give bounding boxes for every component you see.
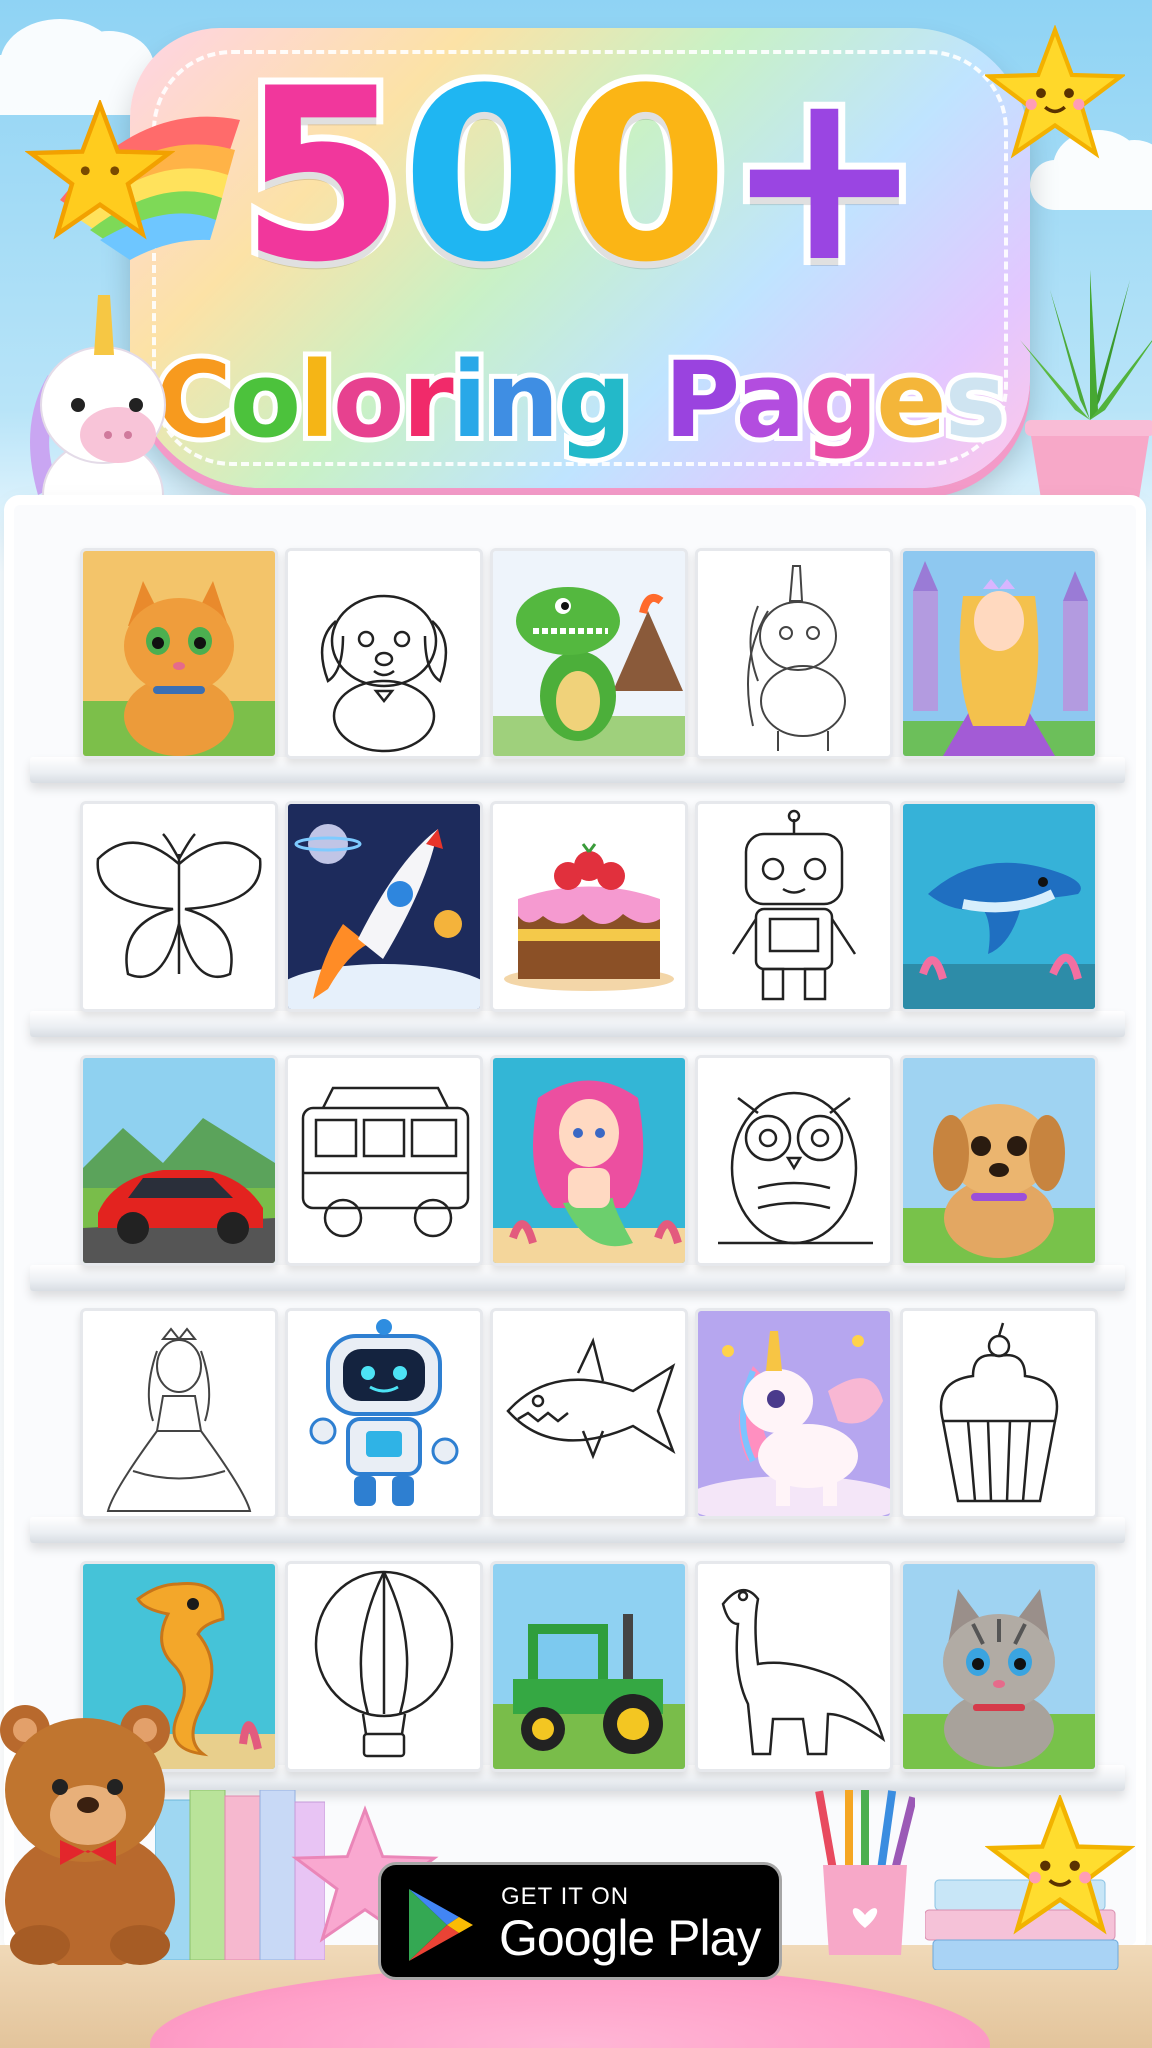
owl-outline-thumbnail bbox=[698, 1058, 890, 1263]
kitten-colored-thumbnail bbox=[903, 1564, 1095, 1769]
coloring-page-card-princess-colored[interactable] bbox=[900, 548, 1098, 759]
unicorn-outline-thumbnail bbox=[698, 551, 890, 756]
tractor-colored-thumbnail bbox=[493, 1564, 685, 1769]
pencil-cup-icon bbox=[815, 1790, 915, 1955]
princess-colored-thumbnail bbox=[903, 551, 1095, 756]
coloring-page-card-car-colored[interactable] bbox=[80, 1055, 278, 1266]
play-button-big-label: Google Play bbox=[499, 1910, 761, 1966]
coloring-page-card-dinosaur-outline[interactable] bbox=[695, 1561, 893, 1772]
dinosaur-outline-thumbnail bbox=[698, 1564, 890, 1769]
cake-colored-thumbnail bbox=[493, 804, 685, 1009]
cupcake-outline-thumbnail bbox=[903, 1311, 1095, 1516]
coloring-page-card-robot-colored[interactable] bbox=[285, 1308, 483, 1519]
title-subtitle-letter: g bbox=[799, 339, 884, 461]
app-promo-page: 500+ Coloring Pages GET IT ON Google Pla… bbox=[0, 0, 1152, 2048]
coloring-page-card-owl-outline[interactable] bbox=[695, 1055, 893, 1266]
title-subtitle-letter: o bbox=[328, 339, 410, 461]
coloring-page-card-dolphin-colored[interactable] bbox=[900, 801, 1098, 1012]
shelf-board bbox=[30, 1517, 1125, 1543]
title-number-letter: + bbox=[718, 38, 931, 315]
coloring-page-card-cupcake-outline[interactable] bbox=[900, 1308, 1098, 1519]
title-number: 500+ bbox=[130, 38, 1030, 315]
title-subtitle-letter: n bbox=[480, 339, 564, 461]
plant-icon bbox=[1020, 270, 1152, 505]
puppy-outline-thumbnail bbox=[288, 551, 480, 756]
dog-colored-thumbnail bbox=[903, 1058, 1095, 1263]
title-subtitle-letter: a bbox=[730, 339, 810, 461]
coloring-page-card-dinosaur-colored[interactable] bbox=[490, 548, 688, 759]
coloring-page-card-cat-colored[interactable] bbox=[80, 548, 278, 759]
princess-outline-thumbnail bbox=[83, 1311, 275, 1516]
title-number-letter: 0 bbox=[556, 38, 736, 315]
car-colored-thumbnail bbox=[83, 1058, 275, 1263]
title-subtitle-letter: s bbox=[940, 339, 1012, 461]
bus-outline-thumbnail bbox=[288, 1058, 480, 1263]
title-subtitle-letter: g bbox=[552, 339, 637, 461]
title-subtitle-letter: l bbox=[294, 339, 340, 461]
coloring-page-card-kitten-colored[interactable] bbox=[900, 1561, 1098, 1772]
dinosaur-colored-thumbnail bbox=[493, 551, 685, 756]
google-play-button[interactable]: GET IT ON Google Play bbox=[378, 1862, 782, 1980]
coloring-page-card-rocket-colored[interactable] bbox=[285, 801, 483, 1012]
shelf-board bbox=[30, 757, 1125, 783]
shark-outline-thumbnail bbox=[493, 1311, 685, 1516]
star-icon bbox=[985, 25, 1125, 159]
title-subtitle-letter: P bbox=[659, 339, 743, 461]
coloring-page-card-princess-outline[interactable] bbox=[80, 1308, 278, 1519]
balloon-outline-thumbnail bbox=[288, 1564, 480, 1769]
coloring-page-card-dog-colored[interactable] bbox=[900, 1055, 1098, 1266]
coloring-page-card-robot-outline[interactable] bbox=[695, 801, 893, 1012]
dolphin-colored-thumbnail bbox=[903, 804, 1095, 1009]
butterfly-outline-thumbnail bbox=[83, 804, 275, 1009]
title-subtitle: Coloring Pages bbox=[130, 343, 1030, 457]
google-play-icon bbox=[409, 1889, 473, 1961]
coloring-page-card-butterfly-outline[interactable] bbox=[80, 801, 278, 1012]
coloring-page-card-unicorn-outline[interactable] bbox=[695, 548, 893, 759]
coloring-page-card-cake-colored[interactable] bbox=[490, 801, 688, 1012]
title-subtitle-letter: i bbox=[447, 339, 493, 461]
cat-colored-thumbnail bbox=[83, 551, 275, 756]
title-subtitle-letter: e bbox=[871, 339, 951, 461]
robot-colored-thumbnail bbox=[288, 1311, 480, 1516]
shelf-board bbox=[30, 1011, 1125, 1037]
rocket-colored-thumbnail bbox=[288, 804, 480, 1009]
coloring-page-card-unicorn-colored[interactable] bbox=[695, 1308, 893, 1519]
unicorn-colored-thumbnail bbox=[698, 1311, 890, 1516]
star-icon bbox=[985, 1795, 1135, 1935]
shelf-board bbox=[30, 1265, 1125, 1291]
title-number-letter: 0 bbox=[395, 38, 575, 315]
title-subtitle-letter bbox=[630, 339, 664, 461]
mermaid-colored-thumbnail bbox=[493, 1058, 685, 1263]
coloring-page-card-shark-outline[interactable] bbox=[490, 1308, 688, 1519]
coloring-page-card-mermaid-colored[interactable] bbox=[490, 1055, 688, 1266]
teddy-bear-icon bbox=[0, 1705, 175, 1965]
coloring-page-card-balloon-outline[interactable] bbox=[285, 1561, 483, 1772]
play-button-small-label: GET IT ON bbox=[501, 1883, 630, 1910]
title-subtitle-letter: o bbox=[225, 339, 307, 461]
cloud-right bbox=[1030, 130, 1152, 210]
coloring-page-card-puppy-outline[interactable] bbox=[285, 548, 483, 759]
coloring-page-card-bus-outline[interactable] bbox=[285, 1055, 483, 1266]
star-icon bbox=[25, 100, 175, 240]
title-number-letter: 5 bbox=[233, 38, 413, 315]
title-subtitle-letter: r bbox=[397, 339, 458, 461]
robot-outline-thumbnail bbox=[698, 804, 890, 1009]
coloring-page-card-tractor-colored[interactable] bbox=[490, 1561, 688, 1772]
title-badge: 500+ Coloring Pages bbox=[130, 28, 1030, 488]
